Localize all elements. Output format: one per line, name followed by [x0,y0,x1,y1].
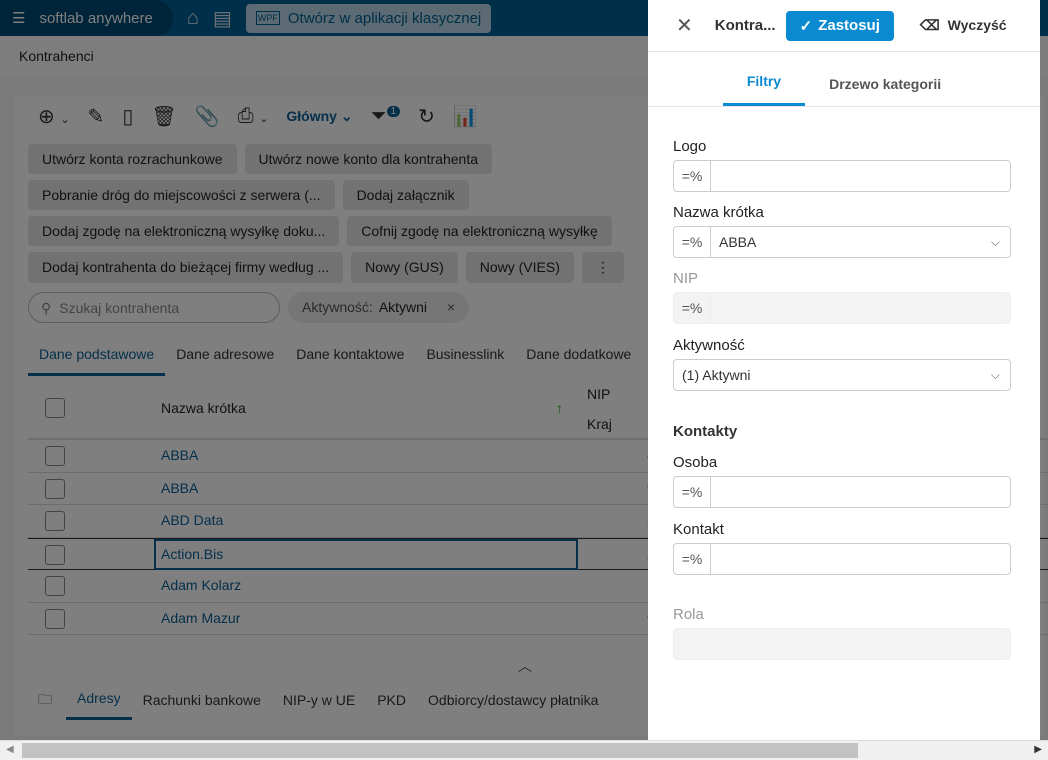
eraser-icon: ⌫ [919,17,940,33]
logo-filter: Logo =% [673,138,1011,192]
kontakt-filter: Kontakt =% [673,521,1011,575]
nazwa-filter: Nazwa krótka =% ABBA ⌵ [673,204,1011,258]
operator-button: =% [674,293,711,323]
operator-button[interactable]: =% [674,477,711,507]
operator-button[interactable]: =% [674,161,711,191]
nazwa-select[interactable]: =% ABBA ⌵ [673,226,1011,258]
kontakt-input[interactable]: =% [673,543,1011,575]
aktywnosc-filter: Aktywność (1) Aktywni ⌵ [673,337,1011,391]
osoba-filter: Osoba =% [673,454,1011,508]
check-circle-icon: ✓ [799,17,813,35]
osoba-input[interactable]: =% [673,476,1011,508]
rola-filter: Rola [673,606,1011,660]
panel-header: ✕ Kontra... ✓ Zastosuj ⌫ Wyczyść [648,0,1040,52]
operator-button[interactable]: =% [674,227,711,257]
scroll-left-icon[interactable]: ◀ [6,744,14,755]
apply-button[interactable]: ✓ Zastosuj [785,10,894,41]
logo-input[interactable]: =% [673,160,1011,192]
clear-button[interactable]: ⌫ Wyczyść [920,17,1007,34]
filter-panel: ✕ Kontra... ✓ Zastosuj ⌫ Wyczyść Filtry Dr… [648,0,1040,740]
scroll-right-icon[interactable]: ▶ [1034,744,1042,755]
operator-button[interactable]: =% [674,544,711,574]
section-kontakty: Kontakty [673,423,738,440]
chevron-down-icon[interactable]: ⌵ [991,368,1000,383]
chevron-down-icon[interactable]: ⌵ [991,235,1000,250]
panel-tabs: Filtry Drzewo kategorii [648,52,1040,107]
close-icon[interactable]: ✕ [676,13,693,38]
horizontal-scrollbar[interactable]: ◀ ▶ [0,740,1048,760]
aktywnosc-select[interactable]: (1) Aktywni ⌵ [673,359,1011,391]
scrollbar-thumb[interactable] [22,743,858,758]
nip-input: =% [673,292,1011,324]
rola-input [673,628,1011,660]
tab-drzewo-kategorii[interactable]: Drzewo kategorii [805,76,965,106]
tab-filtry[interactable]: Filtry [722,73,806,106]
nip-filter: NIP =% [673,270,1011,324]
panel-title: Kontra... [714,17,776,34]
